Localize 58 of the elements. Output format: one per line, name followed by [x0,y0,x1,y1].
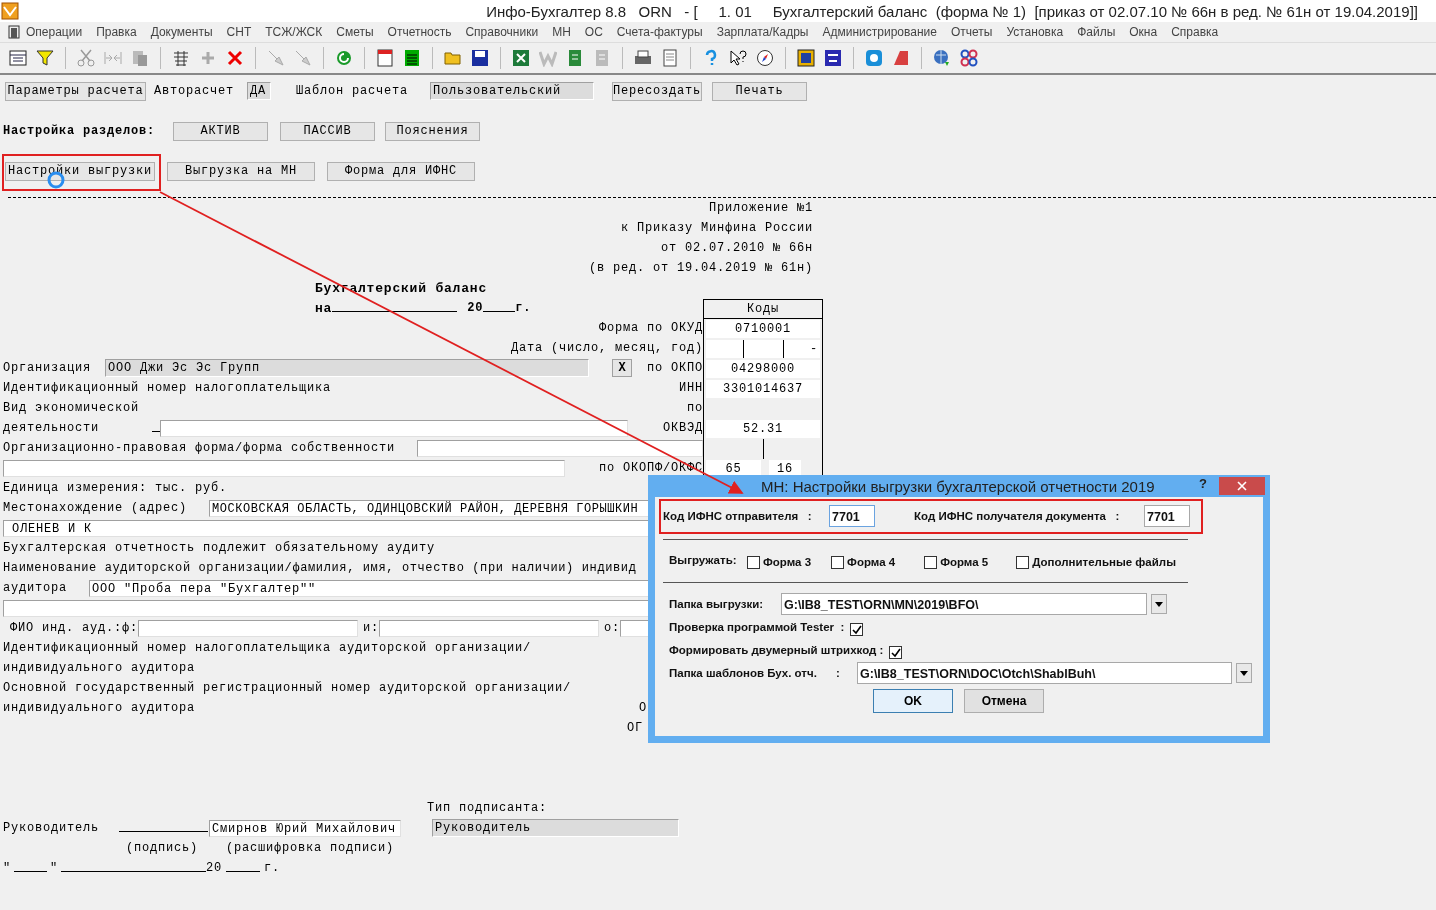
auditor-inn-label: Идентификационный номер налогоплательщика аудиторской организации/ [3,641,532,655]
organization-label: Организация [3,361,92,375]
date-label: Дата (число, месяц, год) [510,341,703,355]
appendix-line: к Приказу Минфина России [620,221,813,235]
okud-cell: 0710001 [706,320,820,338]
receiver-label: Код ИФНС получателя документа : [914,510,1121,522]
appendix-line: от 02.07.2010 № 66н [660,241,813,255]
auditor-name-label: аудитора [3,581,68,595]
window-title: Инфо-Бухгалтер 8.8 ORN - [ 1. 01 Бухгалтерский баланс (форма № 1) [приказ от 02.07.10 № 66н в ред. № 61н от 19.04.2019]] [486,2,1418,20]
appendix-line: Приложение №1 [709,201,813,215]
auditor-inn-label: индивидуального аудитора [3,661,196,675]
export-folder-label: Папка выгрузки: [669,598,765,610]
code-label: О [639,701,647,715]
inn-label: Идентификационный номер налогоплательщика [3,381,332,395]
name-label: и: [363,621,380,635]
activity-label: деятельности [3,421,100,435]
sections-label: Настройка разделов: [3,124,156,138]
okved-cell: 52.31 [706,420,820,438]
audit-note: Бухгалтерская отчетность подлежит обязательному аудиту [3,541,436,555]
autocalc-label: Авторасчет [154,84,234,98]
appendix-line: (в ред. от 19.04.2019 № 61н) [588,261,813,275]
templates-folder-label: Папка шаблонов Бух. отч. : [669,667,841,679]
codes-header: Коды [704,299,822,319]
legal-form-label: Организационно-правовая форма/форма собственности [3,441,397,455]
address-label: Местонахождение (адрес) [3,501,189,515]
year-suffix: г. [264,861,281,875]
signature-caption: (подпись) [126,841,198,855]
okpo-cell: 04298000 [706,360,820,378]
export-label: Выгружать: [669,553,738,566]
activity-label: Вид экономической [3,401,140,415]
auditor-ogrn-label: Основной государственный регистрационный номер аудиторской организации/ [3,681,572,695]
date-prefix: на [315,300,333,316]
auditor-name-label: Наименование аудиторской организации/фамилия, имя, отчество (при наличии) индивид [3,561,637,575]
dialog-title: МН: Настройки выгрузки бухгалтерской отчетности 2019 [761,477,1155,495]
inn-cell: 3301014637 [706,380,820,398]
unit-label: Единица измерения: тыс. руб. [3,481,228,495]
patronymic-label: о: [604,621,621,635]
tester-label: Проверка программой Tester : [669,620,845,633]
year-prefix: 20 [467,301,484,315]
surname-label: ф: [122,621,139,635]
signer-type-label: Тип подписанта: [427,801,548,815]
date-cell: - [784,340,820,358]
quote-mark: " [50,861,59,875]
auditor-ogrn-label: индивидуального аудитора [3,701,196,715]
fio-label: ФИО инд. ауд.: [10,621,123,635]
barcode-label: Формировать двумерный штрихкод : [669,643,884,656]
code-label: ОГ [627,721,643,735]
year-prefix: 20 [206,861,223,875]
okved-label: по [687,401,703,415]
okpo-label: по ОКПО [647,361,703,375]
okud-label: Форма по ОКУД [599,321,703,335]
head-label: Руководитель [3,821,100,835]
template-label: Шаблон расчета [296,84,409,98]
okved-label: ОКВЭД [663,421,703,435]
decode-caption: (расшифровка подписи) [226,841,395,855]
quote-mark: " [3,861,11,875]
year-suffix: г. [515,301,532,315]
inn-code-label: ИНН [679,381,703,395]
